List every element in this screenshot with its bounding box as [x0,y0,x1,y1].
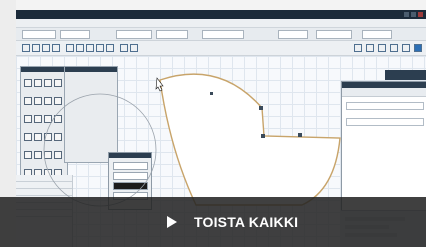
playlist-thumbnail[interactable]: TOISTA KAIKKI [0,0,426,247]
selection-circle [43,93,157,207]
vertex-handle [259,106,263,110]
vertex-handle [261,134,265,138]
vertex-handle [298,133,302,137]
vertex-handle [210,92,213,95]
play-all-label[interactable]: TOISTA KAIKKI [194,214,298,230]
polygon-shape [159,73,341,206]
play-icon[interactable] [167,216,177,228]
